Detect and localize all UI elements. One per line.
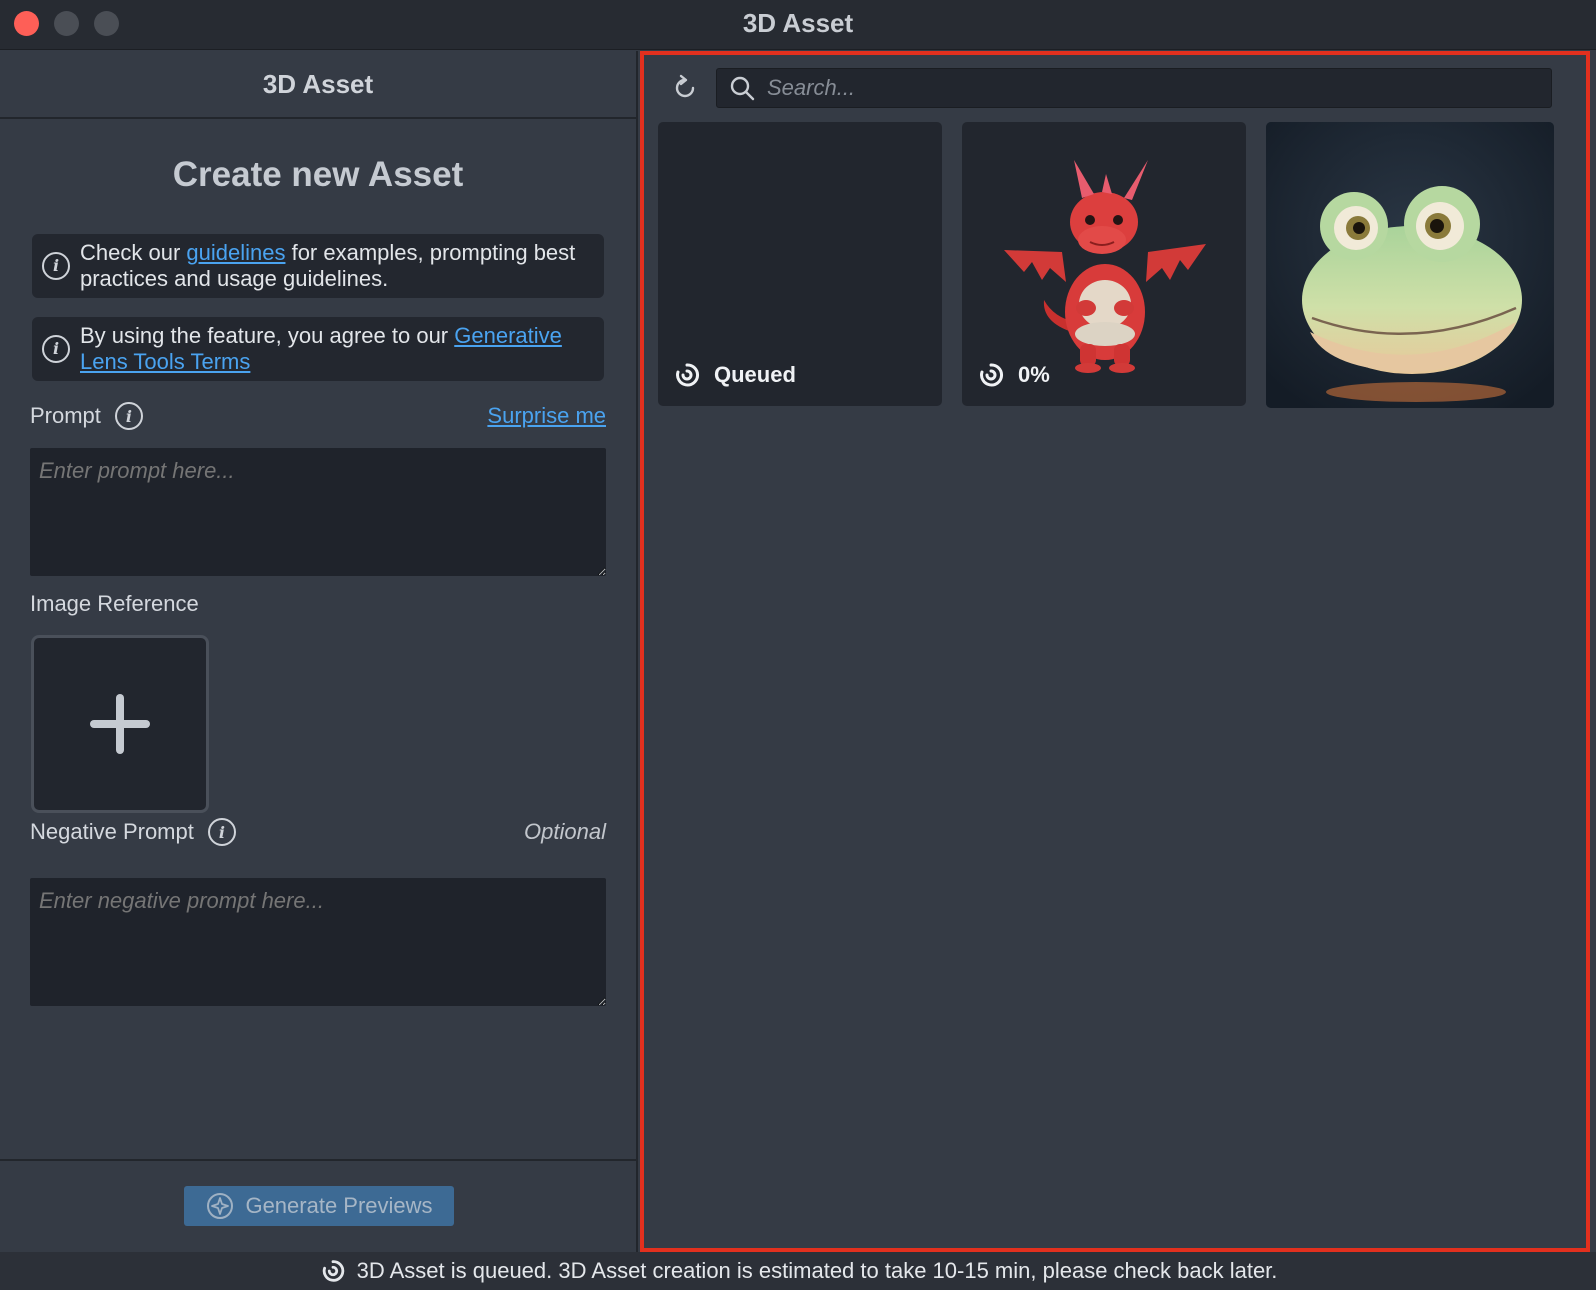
prompt-input[interactable]: [30, 448, 606, 576]
search-icon: [730, 76, 755, 101]
tile-status: Queued: [672, 360, 796, 390]
guidelines-info-text: Check our guidelines for examples, promp…: [80, 240, 594, 292]
prompt-label: Prompt: [30, 403, 101, 428]
frog-preview-image: [1266, 122, 1554, 408]
search-input[interactable]: [767, 75, 1527, 101]
plus-icon: [90, 694, 150, 754]
window-title: 3D Asset: [742, 8, 854, 38]
asset-tile[interactable]: 0%: [962, 122, 1246, 406]
refresh-icon: [675, 74, 695, 98]
status-message: 3D Asset is queued. 3D Asset creation is…: [356, 1258, 1278, 1283]
image-reference-label: Image Reference: [30, 591, 199, 616]
info-icon: i: [42, 335, 70, 363]
prompt-label-row: Prompt i Surprise me: [30, 399, 606, 433]
generate-previews-button[interactable]: Generate Previews: [184, 1186, 454, 1226]
generate-previews-label: Generate Previews: [245, 1193, 433, 1218]
optional-label: Optional: [524, 819, 606, 844]
surprise-me-link[interactable]: Surprise me: [487, 403, 606, 429]
terms-info-text: By using the feature, you agree to our G…: [80, 323, 594, 375]
panel-footer: Generate Previews: [0, 1159, 638, 1252]
info-icon: i: [42, 252, 70, 280]
asset-tile[interactable]: Queued: [658, 122, 942, 406]
create-asset-panel: 3D Asset Create new Asset i Check our gu…: [0, 51, 638, 1252]
refresh-button[interactable]: [668, 71, 702, 105]
tile-progress-label: 0%: [1018, 362, 1050, 387]
negative-prompt-input[interactable]: [30, 878, 606, 1006]
asset-gallery-panel: Queued: [640, 51, 1590, 1252]
panel-header: 3D Asset: [0, 51, 636, 119]
loading-spinner-icon: [322, 1260, 344, 1282]
prompt-info-icon[interactable]: i: [114, 402, 143, 430]
guidelines-info-card: i Check our guidelines for examples, pro…: [32, 234, 604, 298]
negative-prompt-info-icon[interactable]: i: [207, 818, 236, 846]
tile-status-label: Queued: [714, 362, 796, 387]
guidelines-prefix: Check our: [80, 240, 187, 265]
guidelines-link[interactable]: guidelines: [186, 240, 285, 265]
create-asset-title: Create new Asset: [172, 155, 464, 194]
add-image-reference-button[interactable]: [31, 635, 209, 813]
status-bar: 3D Asset is queued. 3D Asset creation is…: [0, 1252, 1596, 1290]
terms-info-card: i By using the feature, you agree to our…: [32, 317, 604, 381]
tile-status: 0%: [976, 360, 1050, 390]
title-bar: 3D Asset: [0, 0, 1596, 50]
loading-spinner-icon: [980, 363, 1003, 387]
sparkle-icon: [207, 1193, 234, 1219]
negative-prompt-label: Negative Prompt: [30, 819, 194, 844]
loading-spinner-icon: [676, 363, 699, 387]
asset-tile[interactable]: [1266, 122, 1554, 408]
search-box: [716, 68, 1552, 108]
negative-prompt-label-row: Negative Prompt i Optional: [30, 815, 606, 849]
terms-prefix: By using the feature, you agree to our: [80, 323, 455, 348]
